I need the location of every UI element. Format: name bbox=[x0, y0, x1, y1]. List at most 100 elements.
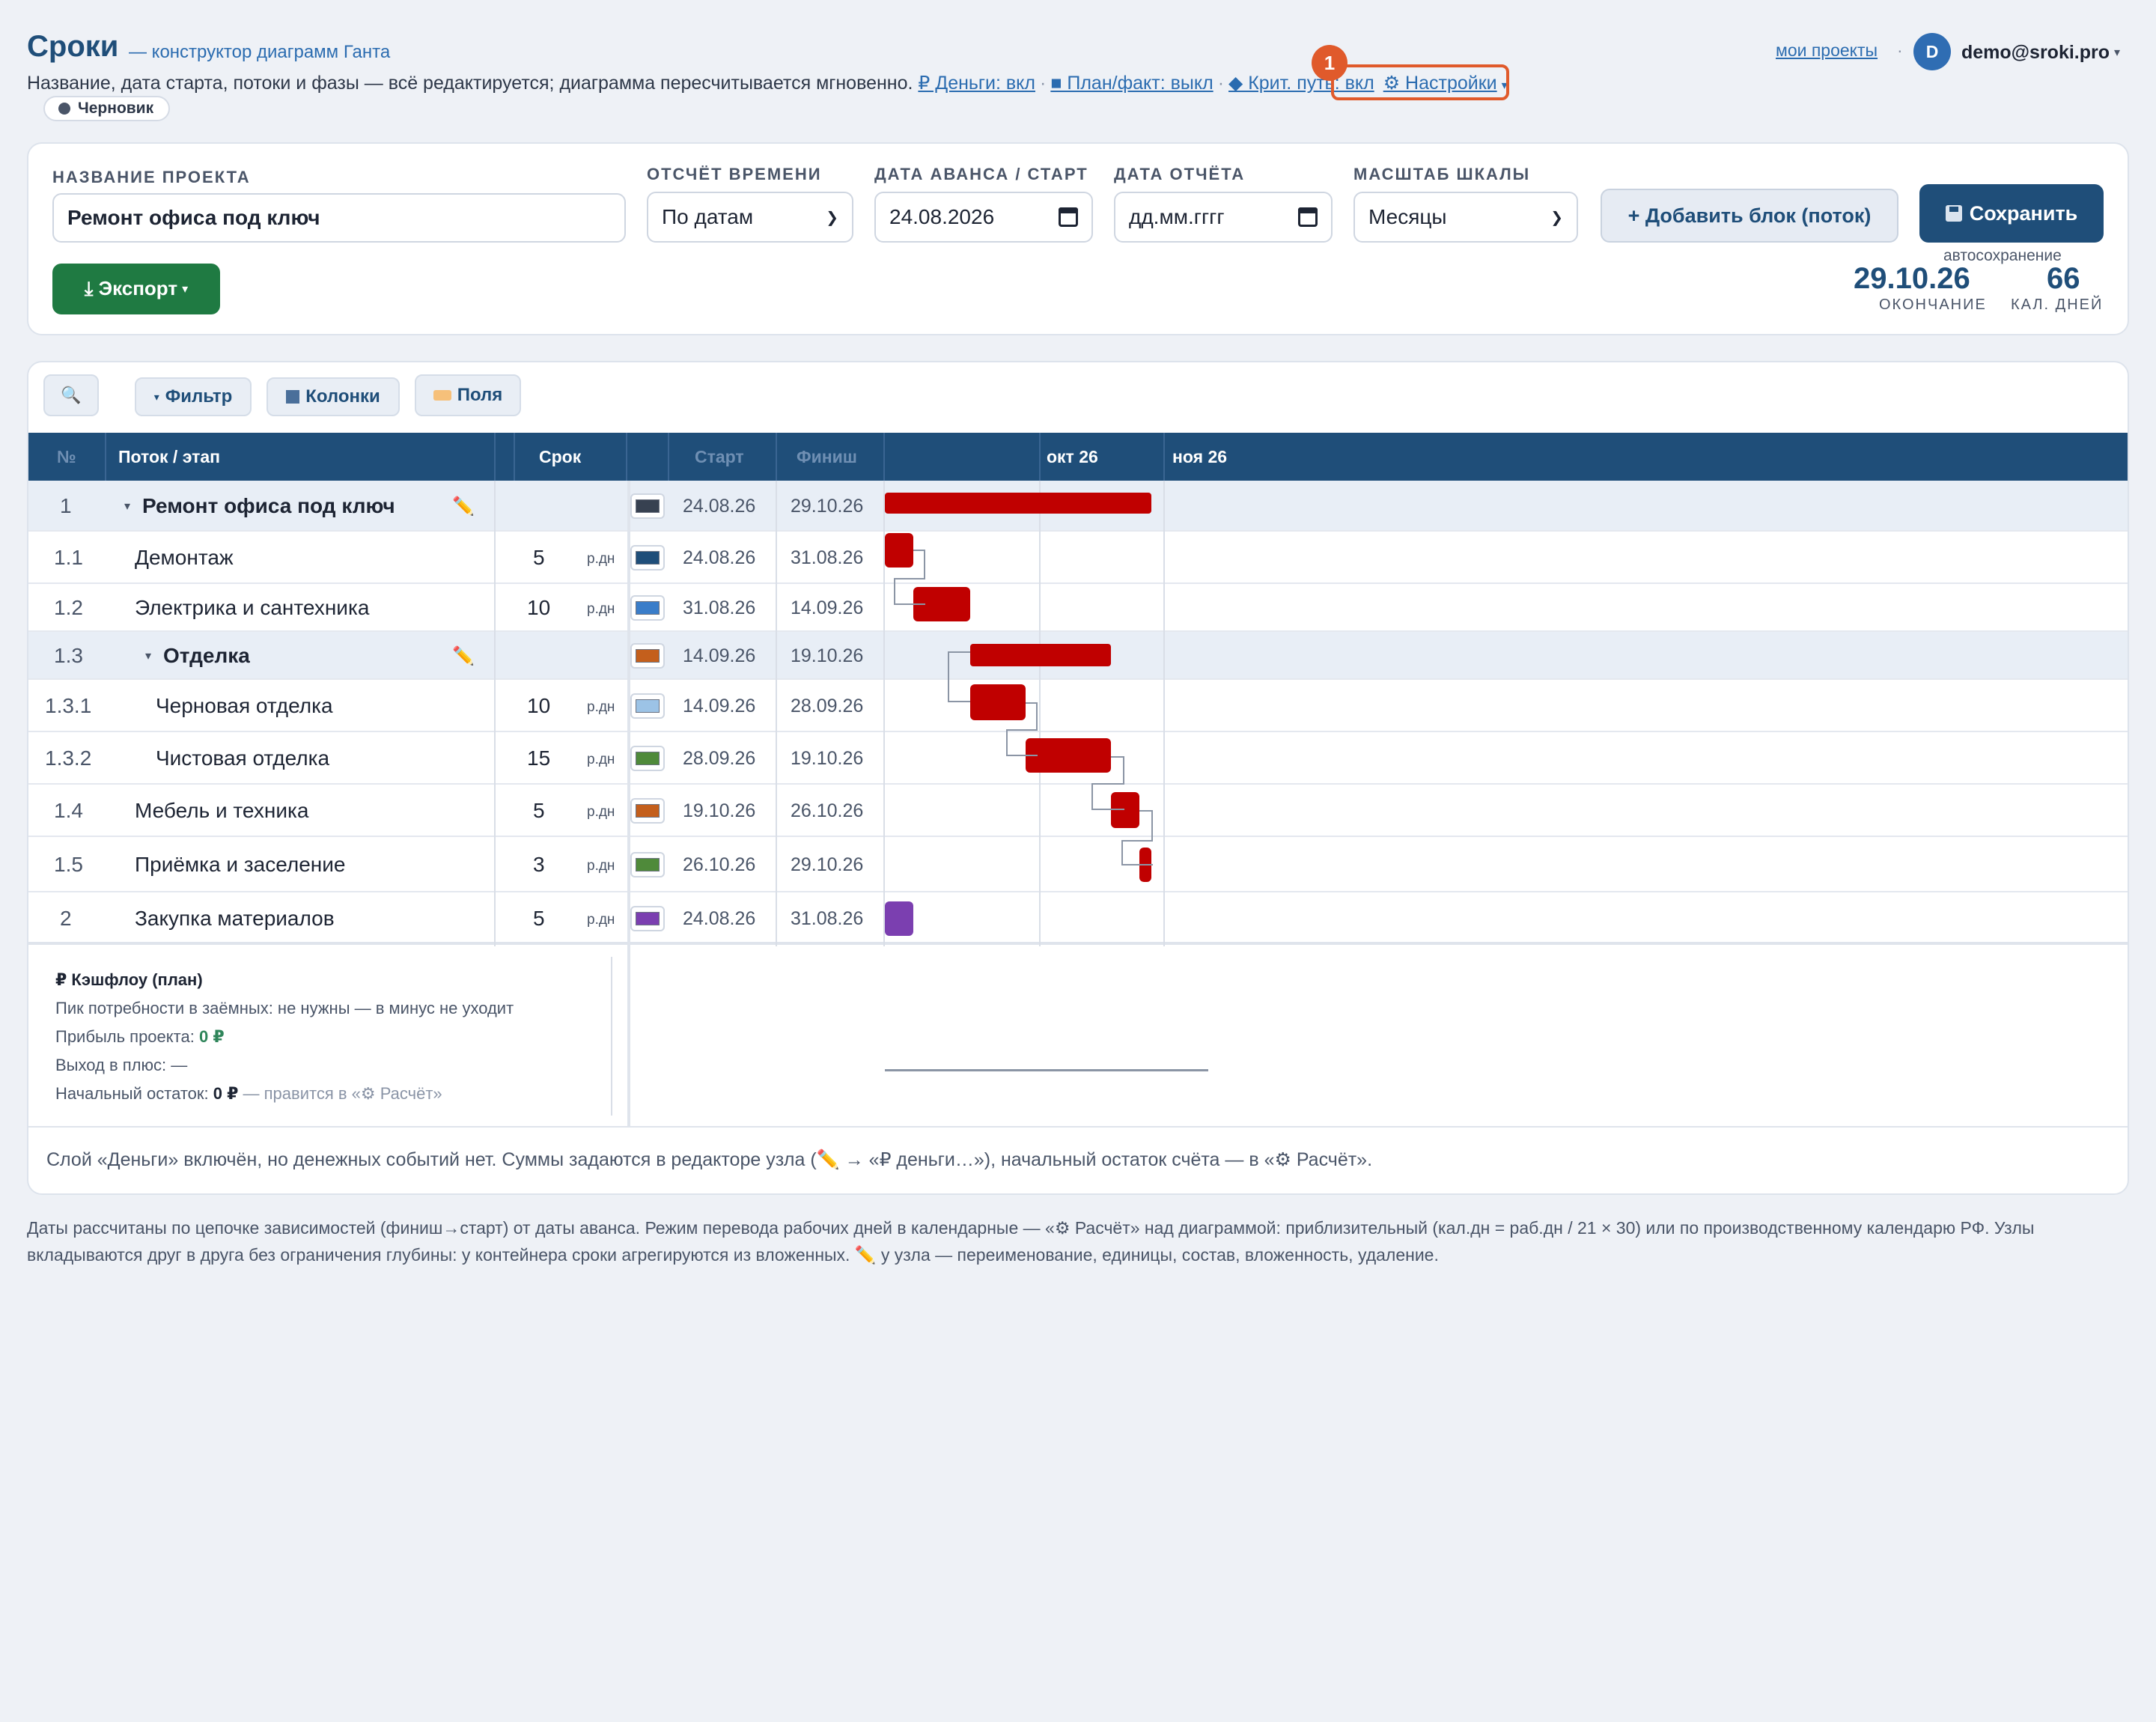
export-button[interactable]: ⤓ Экспорт ▾ bbox=[52, 264, 220, 314]
row-name[interactable]: Чистовая отделка bbox=[156, 743, 329, 773]
planfact-toggle[interactable]: ■ План/факт: выкл bbox=[1050, 73, 1213, 94]
scale-value: Месяцы bbox=[1368, 205, 1447, 228]
row-unit: р.дн bbox=[587, 551, 615, 567]
gantt-bar-summary[interactable] bbox=[885, 493, 1151, 514]
row-name[interactable]: Демонтаж bbox=[135, 543, 234, 573]
columns-button[interactable]: Колонки bbox=[267, 377, 400, 416]
profit-label: Прибыль проекта: bbox=[55, 1027, 195, 1046]
row-duration[interactable]: 5 bbox=[533, 796, 545, 826]
row-name[interactable]: ▾ Отделка bbox=[145, 641, 250, 671]
opening-value: 0 ₽ bbox=[213, 1084, 239, 1103]
user-email[interactable]: demo@sroki.pro bbox=[1961, 42, 2110, 64]
col-header-name[interactable]: Поток / этап bbox=[118, 433, 220, 481]
color-swatch-button[interactable] bbox=[630, 493, 665, 519]
money-layer-toggle[interactable]: ₽ Деньги: вкл bbox=[918, 73, 1035, 94]
table-row[interactable] bbox=[28, 785, 2128, 837]
row-number: 1.5 bbox=[54, 853, 83, 876]
my-projects-link[interactable]: мои проекты bbox=[1776, 40, 1878, 61]
row-duration[interactable]: 5 bbox=[533, 543, 545, 573]
row-name-text: Ремонт офиса под ключ bbox=[142, 494, 395, 517]
status-dot-icon bbox=[58, 103, 70, 115]
save-button[interactable]: Сохранить bbox=[1919, 184, 2104, 243]
user-avatar[interactable]: D bbox=[1913, 33, 1951, 70]
color-swatch-button[interactable] bbox=[630, 746, 665, 771]
color-swatch-button[interactable] bbox=[630, 643, 665, 669]
row-finish: 19.10.26 bbox=[791, 645, 864, 666]
time-mode-label: ОТСЧЁТ ВРЕМЕНИ bbox=[647, 165, 822, 183]
collapse-caret-icon[interactable]: ▾ bbox=[145, 648, 151, 663]
report-date-input[interactable]: дд.мм.гггг bbox=[1114, 192, 1333, 243]
cashflow-profit: Прибыль проекта: 0 ₽ bbox=[55, 1027, 225, 1047]
add-block-button[interactable]: + Добавить блок (поток) bbox=[1601, 189, 1898, 243]
row-finish: 29.10.26 bbox=[791, 495, 864, 517]
table-row[interactable] bbox=[28, 892, 2128, 945]
row-start: 14.09.26 bbox=[683, 695, 756, 717]
table-row[interactable] bbox=[28, 532, 2128, 584]
row-name[interactable]: Электрика и сантехника bbox=[135, 593, 369, 623]
row-duration[interactable]: 3 bbox=[533, 850, 545, 880]
table-row[interactable] bbox=[28, 680, 2128, 732]
color-swatch-button[interactable] bbox=[630, 906, 665, 931]
row-duration[interactable]: 5 bbox=[533, 904, 545, 934]
gantt-bar[interactable] bbox=[885, 533, 913, 568]
timeline-month-nov: ноя 26 bbox=[1172, 446, 1228, 466]
critical-path-highlight bbox=[1331, 64, 1509, 100]
header-description: Название, дата старта, потоки и фазы — в… bbox=[27, 73, 913, 94]
footer-note: Даты рассчитаны по цепочке зависимостей … bbox=[27, 1218, 2035, 1265]
col-header-num[interactable]: № bbox=[57, 433, 76, 481]
row-name[interactable]: Закупка материалов bbox=[135, 904, 335, 934]
color-swatch-button[interactable] bbox=[630, 693, 665, 719]
cashflow-opening: Начальный остаток: 0 ₽ — правится в «⚙ Р… bbox=[55, 1084, 442, 1104]
color-swatch-button[interactable] bbox=[630, 545, 665, 571]
scale-select[interactable]: Месяцы ❯ bbox=[1353, 192, 1578, 243]
gantt-bar[interactable] bbox=[970, 684, 1026, 720]
calendar-icon[interactable] bbox=[1298, 207, 1318, 227]
header-separator: · bbox=[1897, 40, 1903, 60]
gantt-bar-purchase[interactable] bbox=[885, 901, 913, 936]
row-duration[interactable]: 15 bbox=[527, 743, 550, 773]
time-mode-select[interactable]: По датам ❯ bbox=[647, 192, 853, 243]
col-header-duration[interactable]: Срок bbox=[539, 433, 581, 481]
user-menu-chevron-icon[interactable]: ▾ bbox=[2114, 45, 2120, 60]
filter-button[interactable]: ▾ Фильтр bbox=[135, 377, 252, 416]
project-name-input[interactable]: Ремонт офиса под ключ bbox=[52, 193, 626, 243]
row-name[interactable]: Приёмка и заселение bbox=[135, 850, 345, 880]
calendar-icon[interactable] bbox=[1059, 207, 1078, 227]
chevron-down-icon: ❯ bbox=[1550, 209, 1563, 226]
edit-pencil-icon[interactable]: ✏️ bbox=[452, 491, 475, 521]
start-date-label: ДАТА АВАНСА / СТАРТ bbox=[874, 165, 1088, 183]
row-start: 14.09.26 bbox=[683, 645, 756, 666]
row-duration[interactable]: 10 bbox=[527, 593, 550, 623]
search-button[interactable]: 🔍 bbox=[43, 374, 99, 416]
columns-label: Колонки bbox=[305, 386, 380, 407]
row-finish: 31.08.26 bbox=[791, 907, 864, 929]
row-duration[interactable]: 10 bbox=[527, 691, 550, 721]
col-header-start[interactable]: Старт bbox=[695, 433, 744, 481]
row-unit: р.дн bbox=[587, 912, 615, 928]
row-unit: р.дн bbox=[587, 699, 615, 715]
save-label: Сохранить bbox=[1969, 201, 2078, 225]
row-start: 19.10.26 bbox=[683, 800, 756, 821]
row-name[interactable]: Мебель и техника bbox=[135, 796, 308, 826]
end-date-label: ОКОНЧАНИЕ bbox=[1879, 296, 1987, 313]
fields-button[interactable]: Поля bbox=[415, 374, 521, 416]
collapse-caret-icon[interactable]: ▾ bbox=[124, 499, 130, 514]
color-swatch-button[interactable] bbox=[630, 595, 665, 621]
row-name[interactable]: ▾ Ремонт офиса под ключ bbox=[124, 491, 395, 521]
gantt-bar[interactable] bbox=[1026, 738, 1111, 773]
col-header-finish[interactable]: Финиш bbox=[797, 433, 857, 481]
calendar-days-value: 66 bbox=[2047, 262, 2080, 295]
color-swatch bbox=[636, 499, 660, 513]
opening-note: — правится в «⚙ Расчёт» bbox=[243, 1084, 442, 1103]
header-description-line: Название, дата старта, потоки и фазы — в… bbox=[27, 73, 1508, 94]
color-swatch-button[interactable] bbox=[630, 798, 665, 824]
row-name[interactable]: Черновая отделка bbox=[156, 691, 333, 721]
cashflow-title: ₽ Кэшфлоу (план) bbox=[55, 970, 203, 989]
app-subtitle: — конструктор диаграмм Ганта bbox=[129, 42, 391, 62]
gantt-bar-summary[interactable] bbox=[970, 644, 1111, 666]
color-swatch-button[interactable] bbox=[630, 852, 665, 877]
row-finish: 31.08.26 bbox=[791, 547, 864, 568]
edit-pencil-icon[interactable]: ✏️ bbox=[452, 641, 475, 671]
row-number: 1.1 bbox=[54, 546, 83, 569]
start-date-input[interactable]: 24.08.2026 bbox=[874, 192, 1093, 243]
